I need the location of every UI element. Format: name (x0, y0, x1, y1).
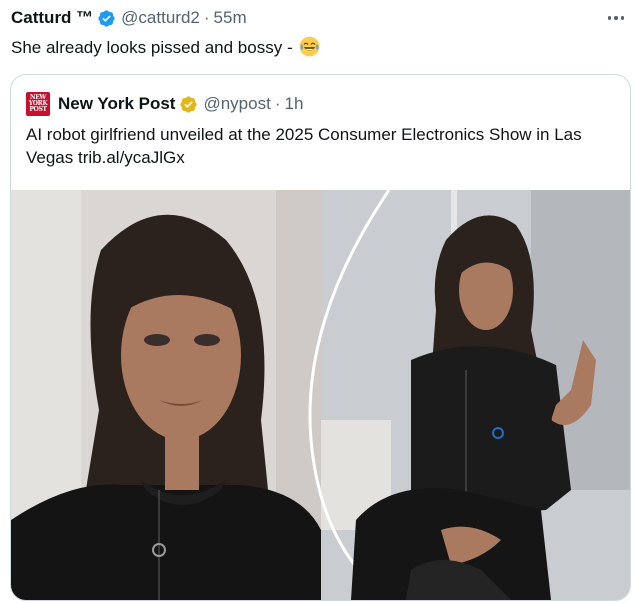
quoted-timestamp[interactable]: 1h (285, 94, 304, 114)
quoted-tweet-header: NEW YORK POST New York Post @nypost · 1h (26, 91, 303, 117)
tweet-text-body: She already looks pissed and bossy - (11, 38, 298, 57)
quoted-link[interactable]: trib.al/ycaJlGx (78, 148, 185, 167)
verified-badge-icon (98, 9, 115, 27)
robot-photo-collage (11, 190, 630, 600)
tweet-card: Catturd ™ @catturd2 · 55m She already lo… (0, 0, 638, 603)
quoted-tweet[interactable]: NEW YORK POST New York Post @nypost · 1h… (10, 74, 631, 601)
gold-verified-badge-icon (180, 95, 198, 113)
more-options-icon[interactable] (604, 8, 628, 28)
nypost-avatar[interactable]: NEW YORK POST (26, 92, 50, 116)
tweet-header: Catturd ™ @catturd2 · 55m (11, 6, 247, 30)
tears-of-joy-emoji-icon (299, 36, 320, 57)
nypost-logo-line-3: POST (29, 106, 47, 113)
tweet-timestamp[interactable]: 55m (214, 8, 247, 28)
quoted-media-image[interactable] (11, 190, 630, 600)
quoted-tweet-text: AI robot girlfriend unveiled at the 2025… (26, 123, 616, 169)
quoted-author-handle[interactable]: @nypost (203, 94, 270, 114)
quoted-author-name[interactable]: New York Post (58, 94, 175, 114)
quoted-header-separator: · (274, 94, 281, 113)
header-separator: · (203, 8, 210, 27)
author-name[interactable]: Catturd ™ (11, 8, 93, 28)
tweet-text: She already looks pissed and bossy - (11, 36, 320, 59)
author-handle[interactable]: @catturd2 (121, 8, 200, 28)
